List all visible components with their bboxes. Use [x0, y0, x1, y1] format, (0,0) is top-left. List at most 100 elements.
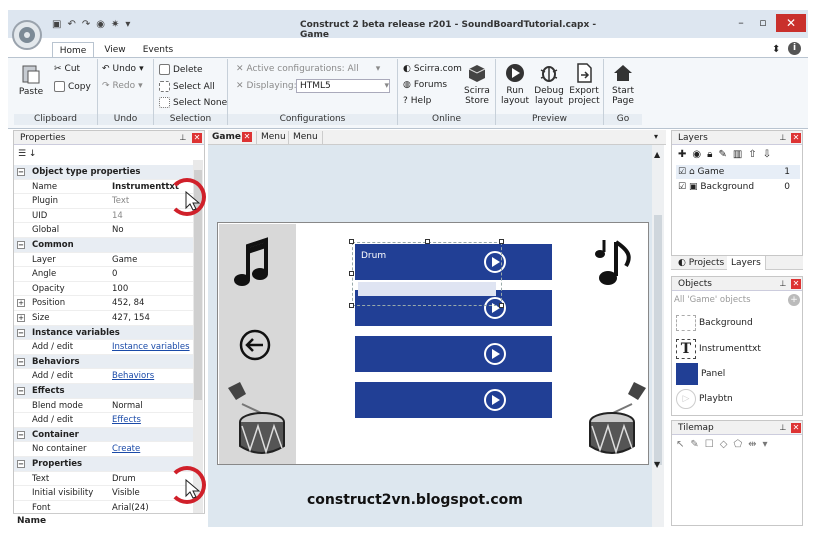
back-arrow-icon[interactable] [238, 328, 272, 362]
property-row[interactable]: UID 14 [14, 209, 194, 224]
property-row[interactable]: Add / edit Effects [14, 413, 194, 428]
trash-icon[interactable]: ▥ [733, 149, 742, 160]
layout-scrollbar-thumb[interactable] [654, 215, 662, 465]
property-row[interactable]: Opacity 100 [14, 282, 194, 297]
properties-close-button[interactable]: ✕ [192, 133, 202, 143]
property-link[interactable]: Create [112, 442, 140, 457]
resize-handle[interactable] [349, 239, 354, 244]
mirror-icon[interactable]: ⇹ [748, 439, 756, 450]
cut-button[interactable]: ✂ Cut [54, 64, 80, 74]
categorized-sort-icon[interactable]: ☰ ↓ [18, 149, 36, 159]
checkbox-icon[interactable]: ☑ [678, 182, 686, 192]
move-up-icon[interactable]: ⇧ [748, 149, 756, 160]
property-category[interactable]: − Container [14, 427, 194, 443]
layer-row-game[interactable]: ☑ ⌂ Game 1 [676, 165, 800, 179]
resize-handle[interactable] [349, 271, 354, 276]
property-row[interactable]: Name Instrumenttxt [14, 180, 194, 195]
property-row[interactable]: Layer Game [14, 253, 194, 268]
checkbox-icon[interactable]: ☑ [678, 167, 686, 177]
rectangle-icon[interactable]: ☐ [705, 439, 714, 450]
collapse-icon[interactable]: − [17, 357, 25, 366]
maximize-button[interactable]: ▫ [752, 16, 774, 32]
pencil-icon[interactable]: ✎ [718, 149, 726, 160]
property-value[interactable]: Drum [112, 472, 136, 487]
property-value[interactable]: 427, 154 [112, 311, 150, 326]
move-down-icon[interactable]: ⇩ [763, 149, 771, 160]
add-object-icon[interactable]: + [788, 294, 800, 306]
help-info-icon[interactable]: i [788, 42, 801, 55]
resize-handle[interactable] [425, 239, 430, 244]
property-row[interactable]: Plugin Text [14, 194, 194, 209]
property-category[interactable]: − Object type properties [14, 165, 194, 180]
close-button[interactable]: ✕ [776, 14, 806, 32]
resize-handle[interactable] [499, 303, 504, 308]
collapse-icon[interactable]: − [17, 460, 25, 468]
property-value[interactable]: No [112, 223, 124, 238]
construct-logo-icon[interactable] [12, 20, 42, 50]
tilemap-close-button[interactable]: ✕ [791, 423, 801, 433]
drum-text[interactable]: Drum [361, 251, 386, 261]
tab-menu-layout[interactable]: Menu [256, 131, 290, 144]
expand-icon[interactable]: + [17, 314, 25, 322]
tab-events[interactable]: Events [140, 42, 176, 58]
panel-instance[interactable] [355, 382, 552, 418]
add-layer-icon[interactable]: ✚ [678, 149, 686, 160]
tilemap-more-icon[interactable]: ▾ [763, 439, 768, 450]
tab-view[interactable]: View [100, 42, 130, 58]
undo-icon[interactable]: ↶ [67, 19, 75, 30]
eye-icon[interactable]: ◉ [692, 149, 701, 160]
property-value[interactable]: 0 [112, 267, 117, 282]
minimize-button[interactable]: – [730, 16, 752, 32]
run-layout-button[interactable]: Run layout [500, 62, 530, 106]
play-button-icon[interactable] [484, 343, 506, 365]
layers-close-button[interactable]: ✕ [791, 133, 801, 143]
resize-handle[interactable] [499, 239, 504, 244]
property-row[interactable]: No container Create [14, 442, 194, 457]
tab-game-close-button[interactable]: ✕ [242, 132, 252, 142]
property-row[interactable]: Blend mode Normal [14, 399, 194, 414]
forums-link[interactable]: ◍ Forums [403, 80, 447, 90]
run-icon[interactable]: ◉ [96, 19, 105, 30]
property-row[interactable]: Text Drum [14, 472, 194, 487]
save-icon[interactable]: ▣ [52, 19, 61, 30]
play-button-icon[interactable] [484, 389, 506, 411]
tab-menu-events[interactable]: Menu [288, 131, 323, 144]
scirra-link[interactable]: ◐ Scirra.com [403, 64, 462, 74]
property-row[interactable]: Global No [14, 223, 194, 238]
unlock-icon[interactable]: ⌂ [689, 167, 695, 177]
property-row[interactable]: + Size 427, 154 [14, 311, 194, 326]
debug-icon[interactable]: ✷ [111, 19, 119, 30]
select-all-button[interactable]: Select All [159, 81, 215, 92]
property-link[interactable]: Behaviors [112, 369, 154, 384]
property-value[interactable]: Normal [112, 399, 143, 414]
export-project-button[interactable]: Export project [568, 62, 600, 106]
eraser-icon[interactable]: ◇ [720, 439, 728, 450]
select-none-button[interactable]: Select None [159, 97, 227, 108]
qat-dropdown-icon[interactable]: ▾ [125, 19, 130, 30]
property-value[interactable]: Visible [112, 486, 140, 501]
expand-icon[interactable]: + [17, 299, 25, 308]
object-item-panel[interactable]: Panel [676, 363, 725, 385]
scroll-down-icon[interactable]: ▼ [654, 460, 660, 469]
property-value[interactable]: 100 [112, 282, 128, 297]
object-item-instrumenttxt[interactable]: T Instrumenttxt [676, 339, 761, 359]
property-link[interactable]: Effects [112, 413, 141, 428]
debug-layout-button[interactable]: Debug layout [534, 62, 564, 106]
tab-projects[interactable]: ◐ Projects [675, 256, 729, 270]
tab-list-dropdown-icon[interactable]: ▾ [654, 132, 658, 141]
active-configurations-dropdown[interactable]: ✕ Active configurations: All ▾ [236, 64, 380, 74]
resize-handle[interactable] [349, 303, 354, 308]
ribbon-collapse-icon[interactable]: ⬍ [772, 44, 780, 55]
collapse-icon[interactable]: − [17, 328, 25, 337]
property-row[interactable]: Angle 0 [14, 267, 194, 282]
lock-icon[interactable]: ▣ [689, 182, 698, 192]
property-category[interactable]: − Behaviors [14, 354, 194, 370]
pointer-icon[interactable]: ↖ [676, 439, 684, 450]
collapse-icon[interactable]: − [17, 168, 25, 176]
property-row[interactable]: Add / edit Instance variables [14, 340, 194, 355]
property-row[interactable]: Add / edit Behaviors [14, 369, 194, 384]
collapse-icon[interactable]: − [17, 241, 25, 249]
layer-row-background[interactable]: ☑ ▣ Background 0 [676, 180, 800, 194]
displaying-select[interactable]: HTML5 ▾ [296, 79, 390, 93]
property-category[interactable]: − Instance variables [14, 325, 194, 341]
